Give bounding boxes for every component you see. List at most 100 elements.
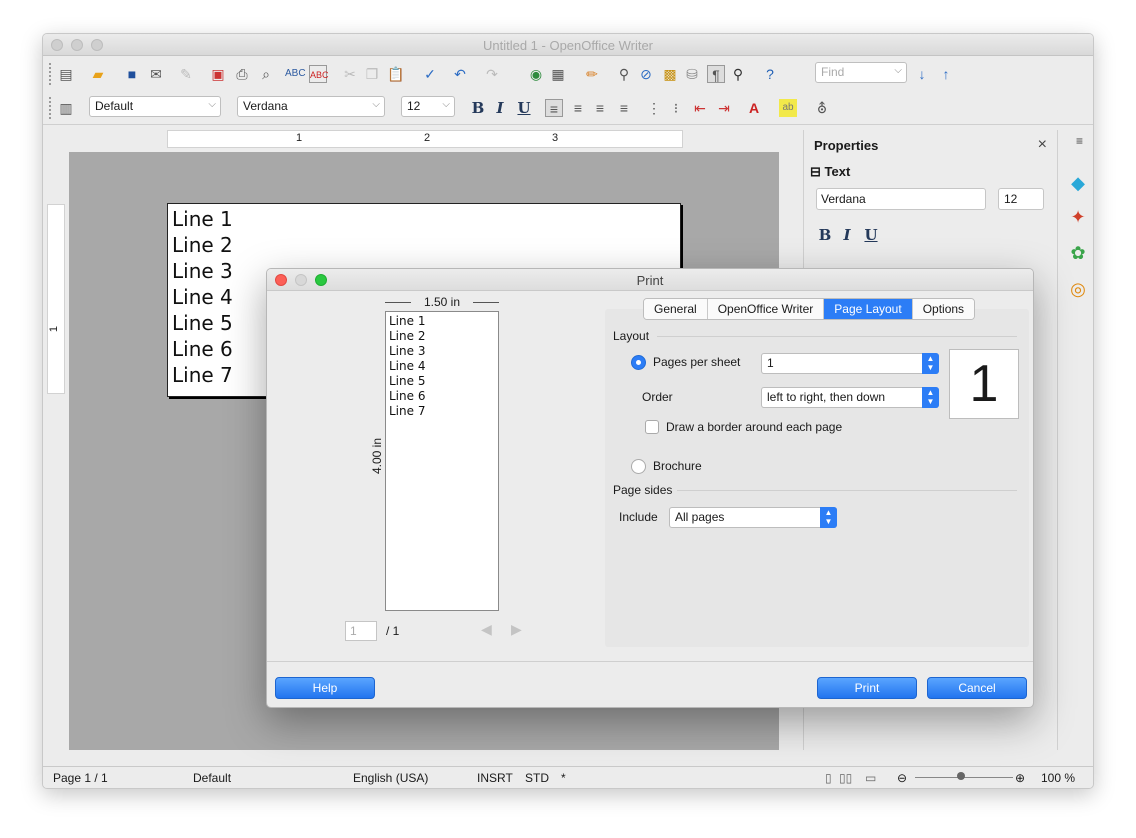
cancel-button[interactable]: Cancel <box>927 677 1027 699</box>
text-section-header[interactable]: ⊟ Text <box>810 164 850 180</box>
sidebar-underline-button[interactable]: U <box>862 226 880 244</box>
new-document-icon[interactable]: ▤ <box>57 65 75 83</box>
numbering-icon[interactable]: ⋮ <box>645 99 663 117</box>
next-page-icon[interactable]: ▶ <box>511 621 522 638</box>
bullets-icon[interactable]: ⁝ <box>667 99 685 117</box>
redo-icon[interactable]: ↷ <box>483 65 501 83</box>
gallery-deck-icon[interactable]: ✿ <box>1067 242 1089 264</box>
order-select[interactable]: left to right, then down ▲ ▼ <box>761 387 939 408</box>
help-button[interactable]: Help <box>275 677 375 699</box>
preview-page-input[interactable]: 1 <box>345 621 377 641</box>
zoom-level[interactable]: 100 % <box>1041 771 1075 785</box>
navigator-deck-icon[interactable]: ◎ <box>1067 278 1089 300</box>
edit-file-icon[interactable]: ✎ <box>177 65 195 83</box>
page-indicator[interactable]: Page 1 / 1 <box>53 771 108 785</box>
dialog-footer-divider <box>267 661 1033 662</box>
email-icon[interactable]: ✉ <box>147 65 165 83</box>
font-size-select[interactable]: 12 ⌵ <box>401 96 455 117</box>
cut-icon[interactable]: ✂ <box>341 65 359 83</box>
layout-single-icon[interactable]: ▯ <box>825 771 832 785</box>
brochure-radio[interactable] <box>631 459 646 474</box>
preview-line: Line 4 <box>389 359 426 373</box>
preview-height-label: 4.00 in <box>370 437 384 475</box>
hyperlink-icon[interactable]: ◉ <box>527 65 545 83</box>
tab-general[interactable]: General <box>644 299 708 319</box>
zoom-slider-handle[interactable] <box>957 772 965 780</box>
paragraph-style-select[interactable]: Default ⌵ <box>89 96 221 117</box>
help-icon[interactable]: ? <box>761 65 779 83</box>
spellcheck-icon[interactable]: ABC <box>285 65 306 83</box>
selection-mode[interactable]: STD <box>525 771 549 785</box>
previous-page-icon[interactable]: ◀ <box>481 621 492 638</box>
sidebar-italic-button[interactable]: I <box>838 226 856 244</box>
export-pdf-icon[interactable]: ▣ <box>209 65 227 83</box>
zoom-icon[interactable]: ⚲ <box>729 65 747 83</box>
align-right-icon[interactable]: ≡ <box>591 99 609 117</box>
find-replace-icon[interactable]: ⚲ <box>615 65 633 83</box>
tab-options[interactable]: Options <box>912 299 975 319</box>
find-next-icon[interactable]: ↓ <box>913 65 931 83</box>
print-preview: Line 1 Line 2 Line 3 Line 4 Line 5 Line … <box>385 311 499 611</box>
find-input[interactable]: Find ⌵ <box>815 62 907 83</box>
find-previous-icon[interactable]: ↑ <box>937 65 955 83</box>
sidebar-size-select[interactable]: 12 <box>998 188 1044 210</box>
sidebar-menu-icon[interactable]: ≡ <box>1076 134 1083 148</box>
navigator-icon[interactable]: ⊘ <box>637 65 655 83</box>
layout-book-icon[interactable]: ▭ <box>865 771 876 785</box>
bold-button[interactable]: B <box>469 99 487 117</box>
font-color-icon[interactable]: A <box>745 99 763 117</box>
sidebar-bold-button[interactable]: B <box>816 226 834 244</box>
zoom-in-icon[interactable]: ⊕ <box>1015 771 1025 785</box>
ruler-tick: 2 <box>424 132 431 144</box>
highlight-icon[interactable]: ab <box>779 99 797 117</box>
print-icon[interactable]: ⎙ <box>233 65 251 83</box>
dialog-titlebar: Print <box>267 269 1033 291</box>
italic-button[interactable]: I <box>491 99 509 117</box>
stepper-arrows-icon: ▲ ▼ <box>922 387 939 408</box>
print-preview-icon[interactable]: ⌕ <box>257 65 275 83</box>
language[interactable]: English (USA) <box>353 771 428 785</box>
data-sources-icon[interactable]: ⛁ <box>683 65 701 83</box>
autospellcheck-icon[interactable]: ABC <box>309 65 329 83</box>
underline-button[interactable]: U <box>515 99 533 117</box>
format-paintbrush-icon[interactable]: ✓ <box>421 65 439 83</box>
styles-deck-icon[interactable]: ✦ <box>1067 206 1089 228</box>
table-icon[interactable]: ▦ <box>549 65 567 83</box>
toolbar-grip[interactable] <box>49 97 52 119</box>
align-center-icon[interactable]: ≡ <box>569 99 587 117</box>
draw-border-checkbox[interactable] <box>645 420 659 434</box>
decrease-indent-icon[interactable]: ⇤ <box>691 99 709 117</box>
align-left-icon[interactable]: ≡ <box>545 99 563 117</box>
include-select[interactable]: All pages ▲ ▼ <box>669 507 837 528</box>
sidebar-font-select[interactable]: Verdana <box>816 188 986 210</box>
save-icon[interactable]: ■ <box>123 65 141 83</box>
styles-icon[interactable]: ▥ <box>57 99 75 117</box>
show-draw-functions-icon[interactable]: ✏ <box>583 65 601 83</box>
paste-icon[interactable]: 📋 <box>387 65 405 83</box>
justify-icon[interactable]: ≡ <box>615 99 633 117</box>
gallery-icon[interactable]: ▩ <box>661 65 679 83</box>
page-style[interactable]: Default <box>193 771 231 785</box>
pages-per-sheet-value: 1 <box>767 356 774 370</box>
formatting-marks-icon[interactable]: ¶ <box>707 65 725 83</box>
vertical-ruler[interactable]: 1 <box>47 204 65 394</box>
undo-icon[interactable]: ↶ <box>451 65 469 83</box>
insert-mode[interactable]: INSRT <box>477 771 513 785</box>
font-name-select[interactable]: Verdana ⌵ <box>237 96 385 117</box>
toolbar-grip[interactable] <box>49 63 52 85</box>
copy-icon[interactable]: ❐ <box>363 65 381 83</box>
print-button[interactable]: Print <box>817 677 917 699</box>
increase-indent-icon[interactable]: ⇥ <box>715 99 733 117</box>
preview-line: Line 3 <box>389 344 426 358</box>
pages-per-sheet-select[interactable]: 1 ▲ ▼ <box>761 353 939 374</box>
tab-page-layout[interactable]: Page Layout <box>824 299 913 319</box>
pages-per-sheet-radio[interactable] <box>631 355 646 370</box>
zoom-out-icon[interactable]: ⊖ <box>897 771 907 785</box>
layout-multi-icon[interactable]: ▯▯ <box>839 771 852 785</box>
horizontal-ruler[interactable]: 1 2 3 <box>167 130 683 148</box>
properties-deck-icon[interactable]: ◆ <box>1067 172 1089 194</box>
background-color-icon[interactable]: ⛢ <box>813 99 831 117</box>
open-folder-icon[interactable]: ▰ <box>89 65 107 83</box>
tab-openoffice-writer[interactable]: OpenOffice Writer <box>707 299 825 319</box>
close-icon[interactable]: × <box>1038 136 1047 154</box>
